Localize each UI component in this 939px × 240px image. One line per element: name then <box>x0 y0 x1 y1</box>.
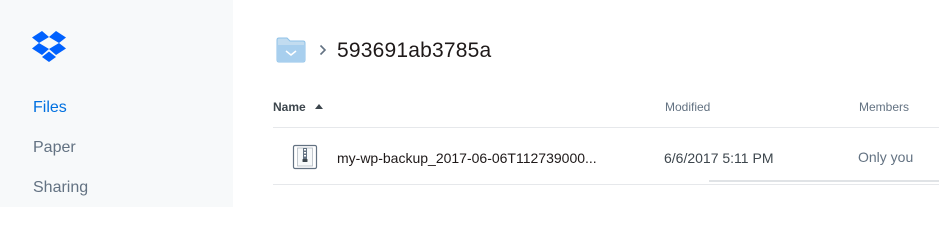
row-divider <box>273 184 939 185</box>
zip-file-icon <box>292 144 318 170</box>
sidebar-item-files[interactable]: Files <box>33 98 67 118</box>
sidebar: Files Paper Sharing <box>0 0 233 207</box>
page-title: 593691ab3785a <box>337 39 492 62</box>
sort-ascending-icon[interactable] <box>315 104 323 109</box>
column-header-name[interactable]: Name <box>273 100 306 114</box>
sidebar-item-sharing[interactable]: Sharing <box>33 178 88 198</box>
table-row[interactable]: my-wp-backup_2017-06-06T112739000... 6/6… <box>273 128 939 184</box>
column-header-members[interactable]: Members <box>859 100 909 114</box>
dropbox-logo-icon[interactable] <box>32 31 66 63</box>
row-shadow-divider <box>709 180 939 182</box>
folder-icon[interactable] <box>276 37 306 63</box>
file-modified-date: 6/6/2017 5:11 PM <box>664 150 774 166</box>
chevron-right-icon <box>319 44 327 56</box>
file-name[interactable]: my-wp-backup_2017-06-06T112739000... <box>337 149 597 167</box>
sidebar-item-paper[interactable]: Paper <box>33 138 76 158</box>
main-content: 593691ab3785a Name Modified Members my-w… <box>233 0 939 207</box>
column-header-modified[interactable]: Modified <box>665 100 710 114</box>
file-members[interactable]: Only you <box>858 148 913 166</box>
